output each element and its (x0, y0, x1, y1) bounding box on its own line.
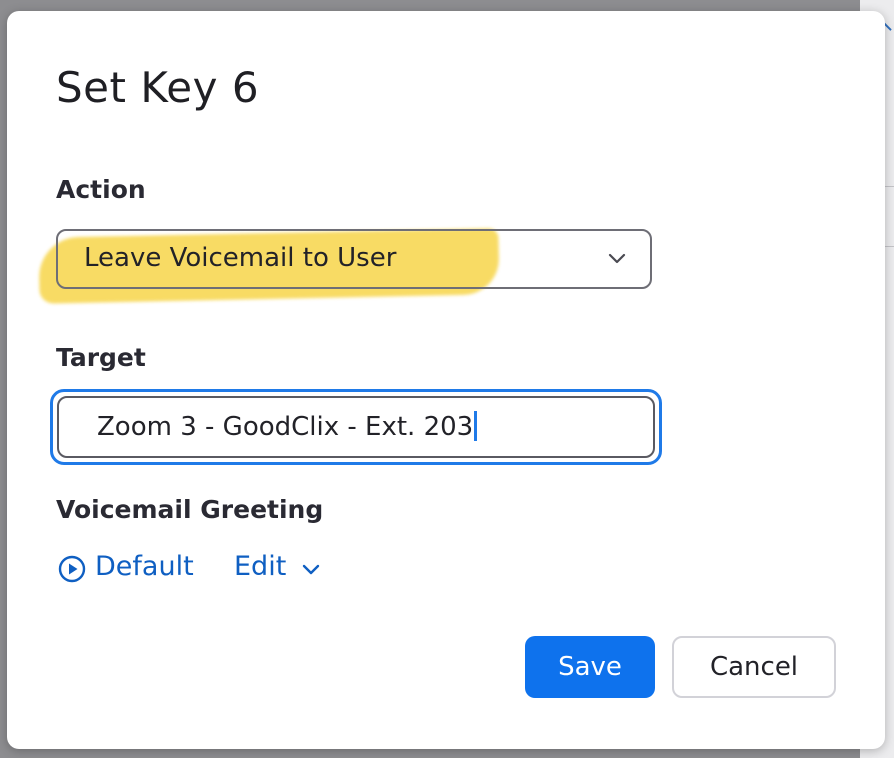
dialog-title: Set Key 6 (56, 63, 260, 112)
default-greeting-link[interactable]: Default (95, 551, 194, 582)
action-label: Action (56, 175, 146, 204)
chevron-down-icon (608, 253, 626, 264)
set-key-dialog: Set Key 6 Action Leave Voicemail to User… (7, 11, 885, 749)
target-label: Target (56, 343, 146, 372)
background-divider (884, 186, 894, 187)
action-select-value: Leave Voicemail to User (84, 243, 397, 273)
background-divider (884, 246, 894, 247)
chevron-down-icon[interactable] (302, 563, 320, 577)
edit-greeting-link[interactable]: Edit (234, 551, 286, 582)
voicemail-greeting-label: Voicemail Greeting (56, 495, 324, 524)
target-input[interactable]: Zoom 3 - GoodClix - Ext. 203 (57, 396, 655, 458)
cancel-button[interactable]: Cancel (672, 636, 836, 698)
target-input-value: Zoom 3 - GoodClix - Ext. 203 (97, 412, 474, 442)
action-select[interactable]: Leave Voicemail to User (56, 229, 652, 289)
target-focus-ring: Zoom 3 - GoodClix - Ext. 203 (50, 389, 662, 465)
play-circle-icon[interactable] (58, 555, 86, 583)
save-button[interactable]: Save (525, 636, 655, 698)
text-caret (474, 411, 478, 441)
